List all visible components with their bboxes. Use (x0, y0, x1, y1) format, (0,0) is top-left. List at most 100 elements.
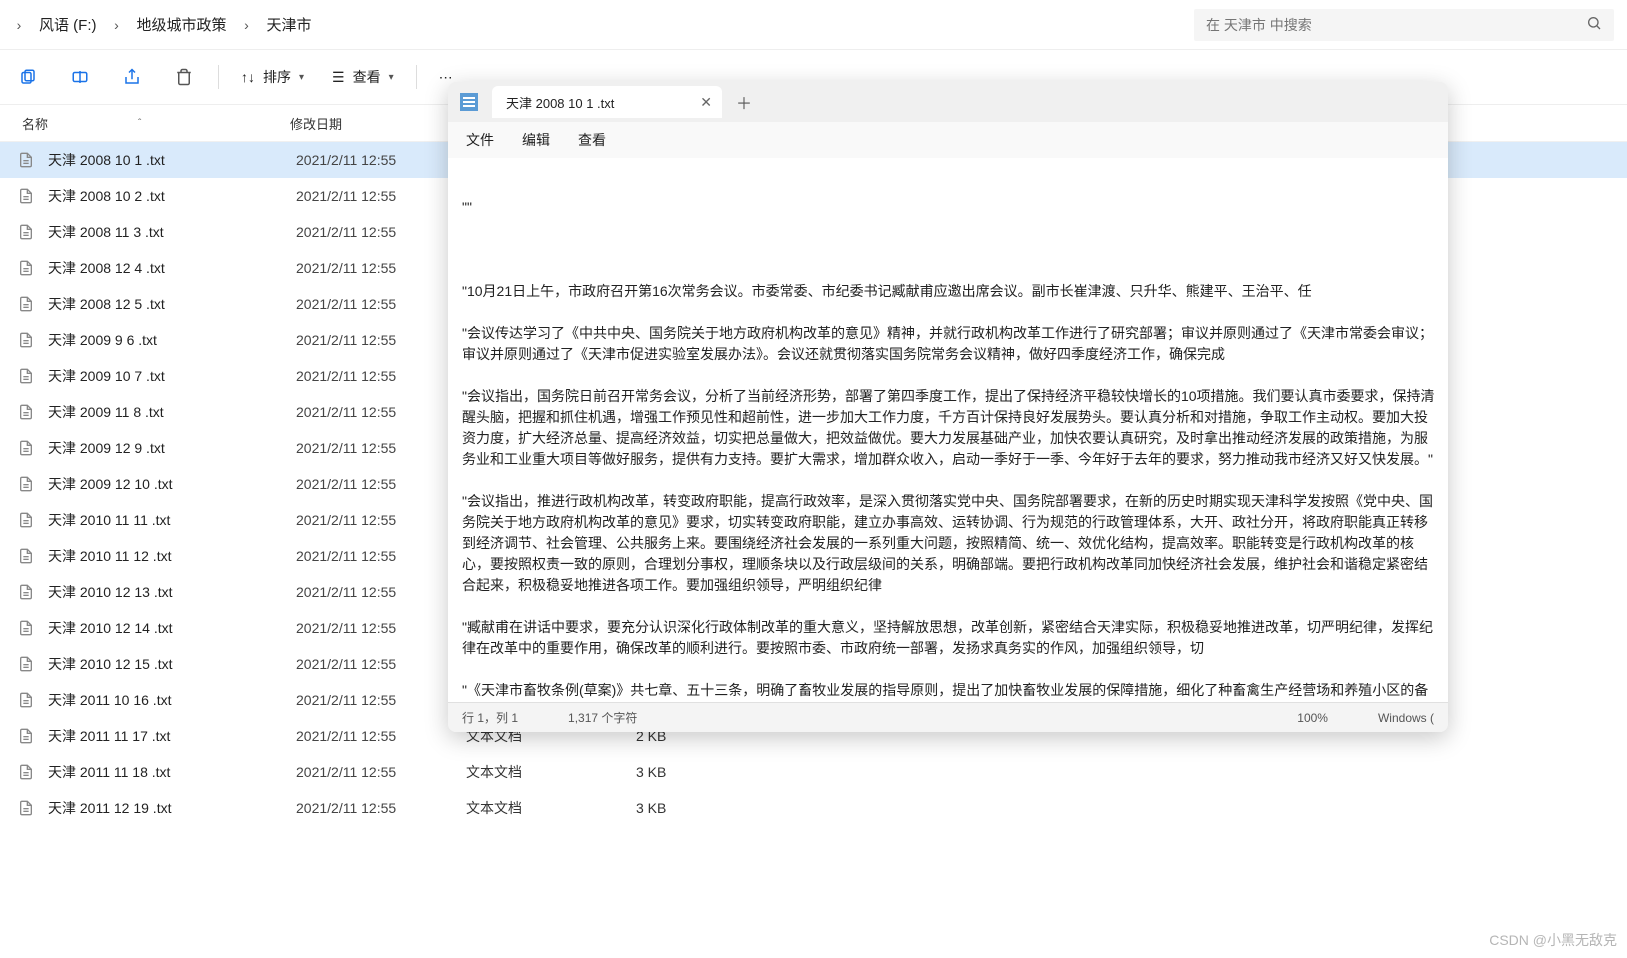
header-date[interactable]: 修改日期 (290, 114, 460, 133)
search-input[interactable] (1206, 17, 1586, 33)
tab-title: 天津 2008 10 1 .txt (506, 93, 614, 112)
text-file-icon (18, 654, 36, 674)
file-name: 天津 2009 12 9 .txt (48, 438, 296, 458)
text-file-icon (18, 618, 36, 638)
search-box[interactable] (1194, 9, 1614, 41)
menu-edit[interactable]: 编辑 (522, 130, 550, 150)
file-name: 天津 2009 11 8 .txt (48, 402, 296, 422)
file-date: 2021/2/11 12:55 (296, 548, 466, 564)
breadcrumb-item[interactable]: 天津市 (261, 10, 318, 39)
content-line: "《天津市畜牧条例(草案)》共七章、五十三条，明确了畜牧业发展的指导原则，提出了… (462, 680, 1440, 702)
text-file-icon (18, 798, 36, 818)
view-icon: ☰ (332, 69, 345, 86)
new-tab-button[interactable]: ＋ (728, 86, 760, 118)
file-date: 2021/2/11 12:55 (296, 512, 466, 528)
sort-label: 排序 (263, 67, 291, 87)
text-file-icon (18, 150, 36, 170)
file-date: 2021/2/11 12:55 (296, 188, 466, 204)
file-row[interactable]: 天津 2011 12 19 .txt 2021/2/11 12:55 文本文档 … (0, 790, 1627, 826)
file-date: 2021/2/11 12:55 (296, 260, 466, 276)
file-date: 2021/2/11 12:55 (296, 692, 466, 708)
platform-label: Windows ( (1378, 711, 1434, 725)
file-type: 文本文档 (466, 798, 636, 818)
menu-view[interactable]: 查看 (578, 130, 606, 150)
file-date: 2021/2/11 12:55 (296, 656, 466, 672)
file-date: 2021/2/11 12:55 (296, 152, 466, 168)
chevron-right-icon[interactable]: › (5, 17, 33, 33)
file-name: 天津 2010 11 11 .txt (48, 510, 296, 530)
file-name: 天津 2008 12 4 .txt (48, 258, 296, 278)
file-name: 天津 2011 12 19 .txt (48, 798, 296, 818)
watermark: CSDN @小黑无敌克 (1489, 930, 1617, 950)
content-line: "臧献甫在讲话中要求，要充分认识深化行政体制改革的重大意义，坚持解放思想，改革创… (462, 617, 1440, 659)
text-file-icon (18, 330, 36, 350)
file-date: 2021/2/11 12:55 (296, 764, 466, 780)
menu-file[interactable]: 文件 (466, 130, 494, 150)
close-icon[interactable]: ✕ (700, 94, 712, 111)
file-date: 2021/2/11 12:55 (296, 620, 466, 636)
text-file-icon (18, 762, 36, 782)
zoom-level: 100% (1297, 711, 1328, 725)
divider (218, 65, 219, 89)
text-file-icon (18, 294, 36, 314)
file-date: 2021/2/11 12:55 (296, 584, 466, 600)
file-row[interactable]: 天津 2011 11 18 .txt 2021/2/11 12:55 文本文档 … (0, 754, 1627, 790)
file-name: 天津 2008 10 1 .txt (48, 150, 296, 170)
chevron-down-icon: ▾ (299, 72, 304, 83)
text-file-icon (18, 222, 36, 242)
notepad-window: 天津 2008 10 1 .txt ✕ ＋ 文件 编辑 查看 "" "10月21… (448, 82, 1448, 732)
content-line: "会议传达学习了《中共中央、国务院关于地方政府机构改革的意见》精神，并就行政机构… (462, 323, 1440, 365)
notepad-tab[interactable]: 天津 2008 10 1 .txt ✕ (492, 86, 722, 118)
cursor-position: 行 1，列 1 (462, 709, 518, 726)
text-file-icon (18, 474, 36, 494)
file-date: 2021/2/11 12:55 (296, 440, 466, 456)
content-line: "会议指出，推进行政机构改革，转变政府职能，提高行政效率，是深入贯彻落实党中央、… (462, 491, 1440, 596)
file-name: 天津 2008 11 3 .txt (48, 222, 296, 242)
file-name: 天津 2010 12 15 .txt (48, 654, 296, 674)
chevron-right-icon[interactable]: › (233, 17, 261, 33)
sort-button[interactable]: ↑↓ 排序 ▾ (229, 61, 316, 93)
file-size: 3 KB (636, 800, 736, 816)
file-size: 3 KB (636, 764, 736, 780)
notepad-statusbar: 行 1，列 1 1,317 个字符 100% Windows ( (448, 702, 1448, 732)
breadcrumb-item[interactable]: 风语 (F:) (33, 10, 103, 39)
text-file-icon (18, 546, 36, 566)
breadcrumb-item[interactable]: 地级城市政策 (131, 10, 233, 39)
text-file-icon (18, 690, 36, 710)
file-name: 天津 2011 11 17 .txt (48, 726, 296, 746)
chevron-right-icon[interactable]: › (103, 17, 131, 33)
content-line: "会议指出，国务院日前召开常务会议，分析了当前经济形势，部署了第四季度工作，提出… (462, 386, 1440, 470)
divider (416, 65, 417, 89)
file-name: 天津 2008 12 5 .txt (48, 294, 296, 314)
text-file-icon (18, 258, 36, 278)
content-line: "10月21日上午，市政府召开第16次常务会议。市委常委、市纪委书记臧献甫应邀出… (462, 281, 1440, 302)
text-file-icon (18, 726, 36, 746)
file-name: 天津 2010 12 14 .txt (48, 618, 296, 638)
file-date: 2021/2/11 12:55 (296, 368, 466, 384)
file-type: 文本文档 (466, 762, 636, 782)
file-date: 2021/2/11 12:55 (296, 224, 466, 240)
breadcrumb: › 风语 (F:) › 地级城市政策 › 天津市 (0, 0, 1627, 50)
search-icon[interactable] (1586, 15, 1602, 35)
text-file-icon (18, 186, 36, 206)
file-name: 天津 2010 12 13 .txt (48, 582, 296, 602)
char-count: 1,317 个字符 (568, 709, 637, 726)
file-date: 2021/2/11 12:55 (296, 476, 466, 492)
view-label: 查看 (353, 67, 381, 87)
file-name: 天津 2009 10 7 .txt (48, 366, 296, 386)
cut-icon[interactable] (4, 57, 52, 97)
file-name: 天津 2009 9 6 .txt (48, 330, 296, 350)
notepad-app-icon (460, 93, 478, 111)
text-file-icon (18, 402, 36, 422)
notepad-content[interactable]: "" "10月21日上午，市政府召开第16次常务会议。市委常委、市纪委书记臧献甫… (448, 158, 1448, 702)
file-date: 2021/2/11 12:55 (296, 404, 466, 420)
file-name: 天津 2011 11 18 .txt (48, 762, 296, 782)
delete-icon[interactable] (160, 57, 208, 97)
sort-asc-icon: ˆ (138, 118, 141, 129)
rename-icon[interactable] (56, 57, 104, 97)
share-icon[interactable] (108, 57, 156, 97)
notepad-menu-bar: 文件 编辑 查看 (448, 122, 1448, 158)
header-name[interactable]: 名称 ˆ (0, 114, 290, 133)
view-button[interactable]: ☰ 查看 ▾ (320, 61, 406, 93)
file-date: 2021/2/11 12:55 (296, 800, 466, 816)
